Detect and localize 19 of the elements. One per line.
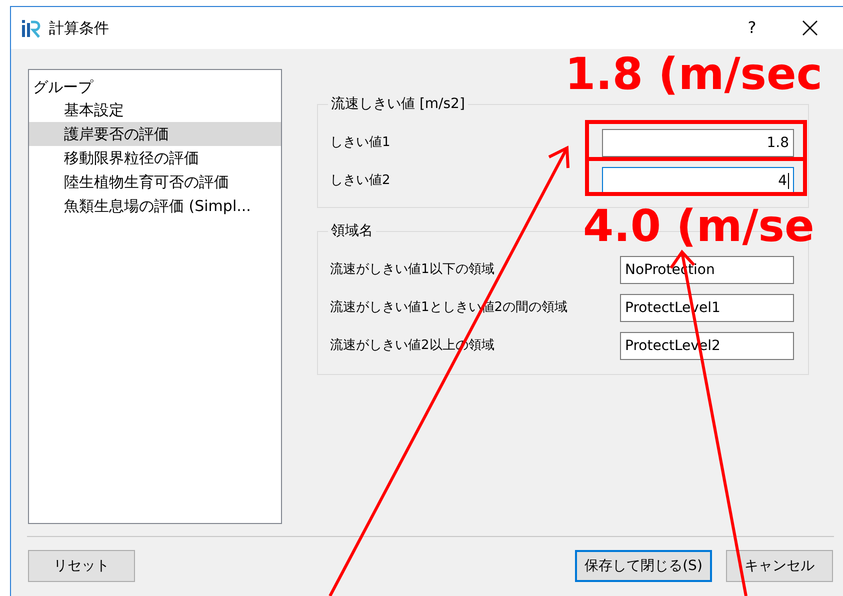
callout-text: 4.0 (m/se <box>583 204 814 250</box>
dialog-button[interactable]: リセット <box>28 550 135 582</box>
dialog-button[interactable]: キャンセル <box>726 550 833 582</box>
help-button[interactable]: ? <box>732 16 772 40</box>
callout-text: 1.8 (m/sec <box>565 52 822 98</box>
tree-item[interactable]: 基本設定 <box>29 98 281 122</box>
window-title: 計算条件 <box>49 18 109 39</box>
field-label: 流速がしきい値1以下の領域 <box>330 261 494 280</box>
field-label: しきい値1 <box>330 134 390 152</box>
input-field[interactable]: 1.8 <box>602 129 794 157</box>
close-icon <box>802 20 818 36</box>
dialog-button[interactable]: 保存して閉じる(S) <box>575 550 712 582</box>
tree-header: グループ <box>32 77 94 98</box>
app-logo-icon <box>21 18 41 38</box>
tree-item[interactable]: 陸生植物生育可否の評価 <box>29 170 281 194</box>
field-label: しきい値2 <box>330 172 390 190</box>
tree-item[interactable]: 護岸要否の評価 <box>29 122 281 146</box>
tree-item[interactable]: 移動限界粒径の評価 <box>29 146 281 170</box>
tree-item[interactable]: 魚類生息場の評価 (Simpl... <box>29 194 281 218</box>
